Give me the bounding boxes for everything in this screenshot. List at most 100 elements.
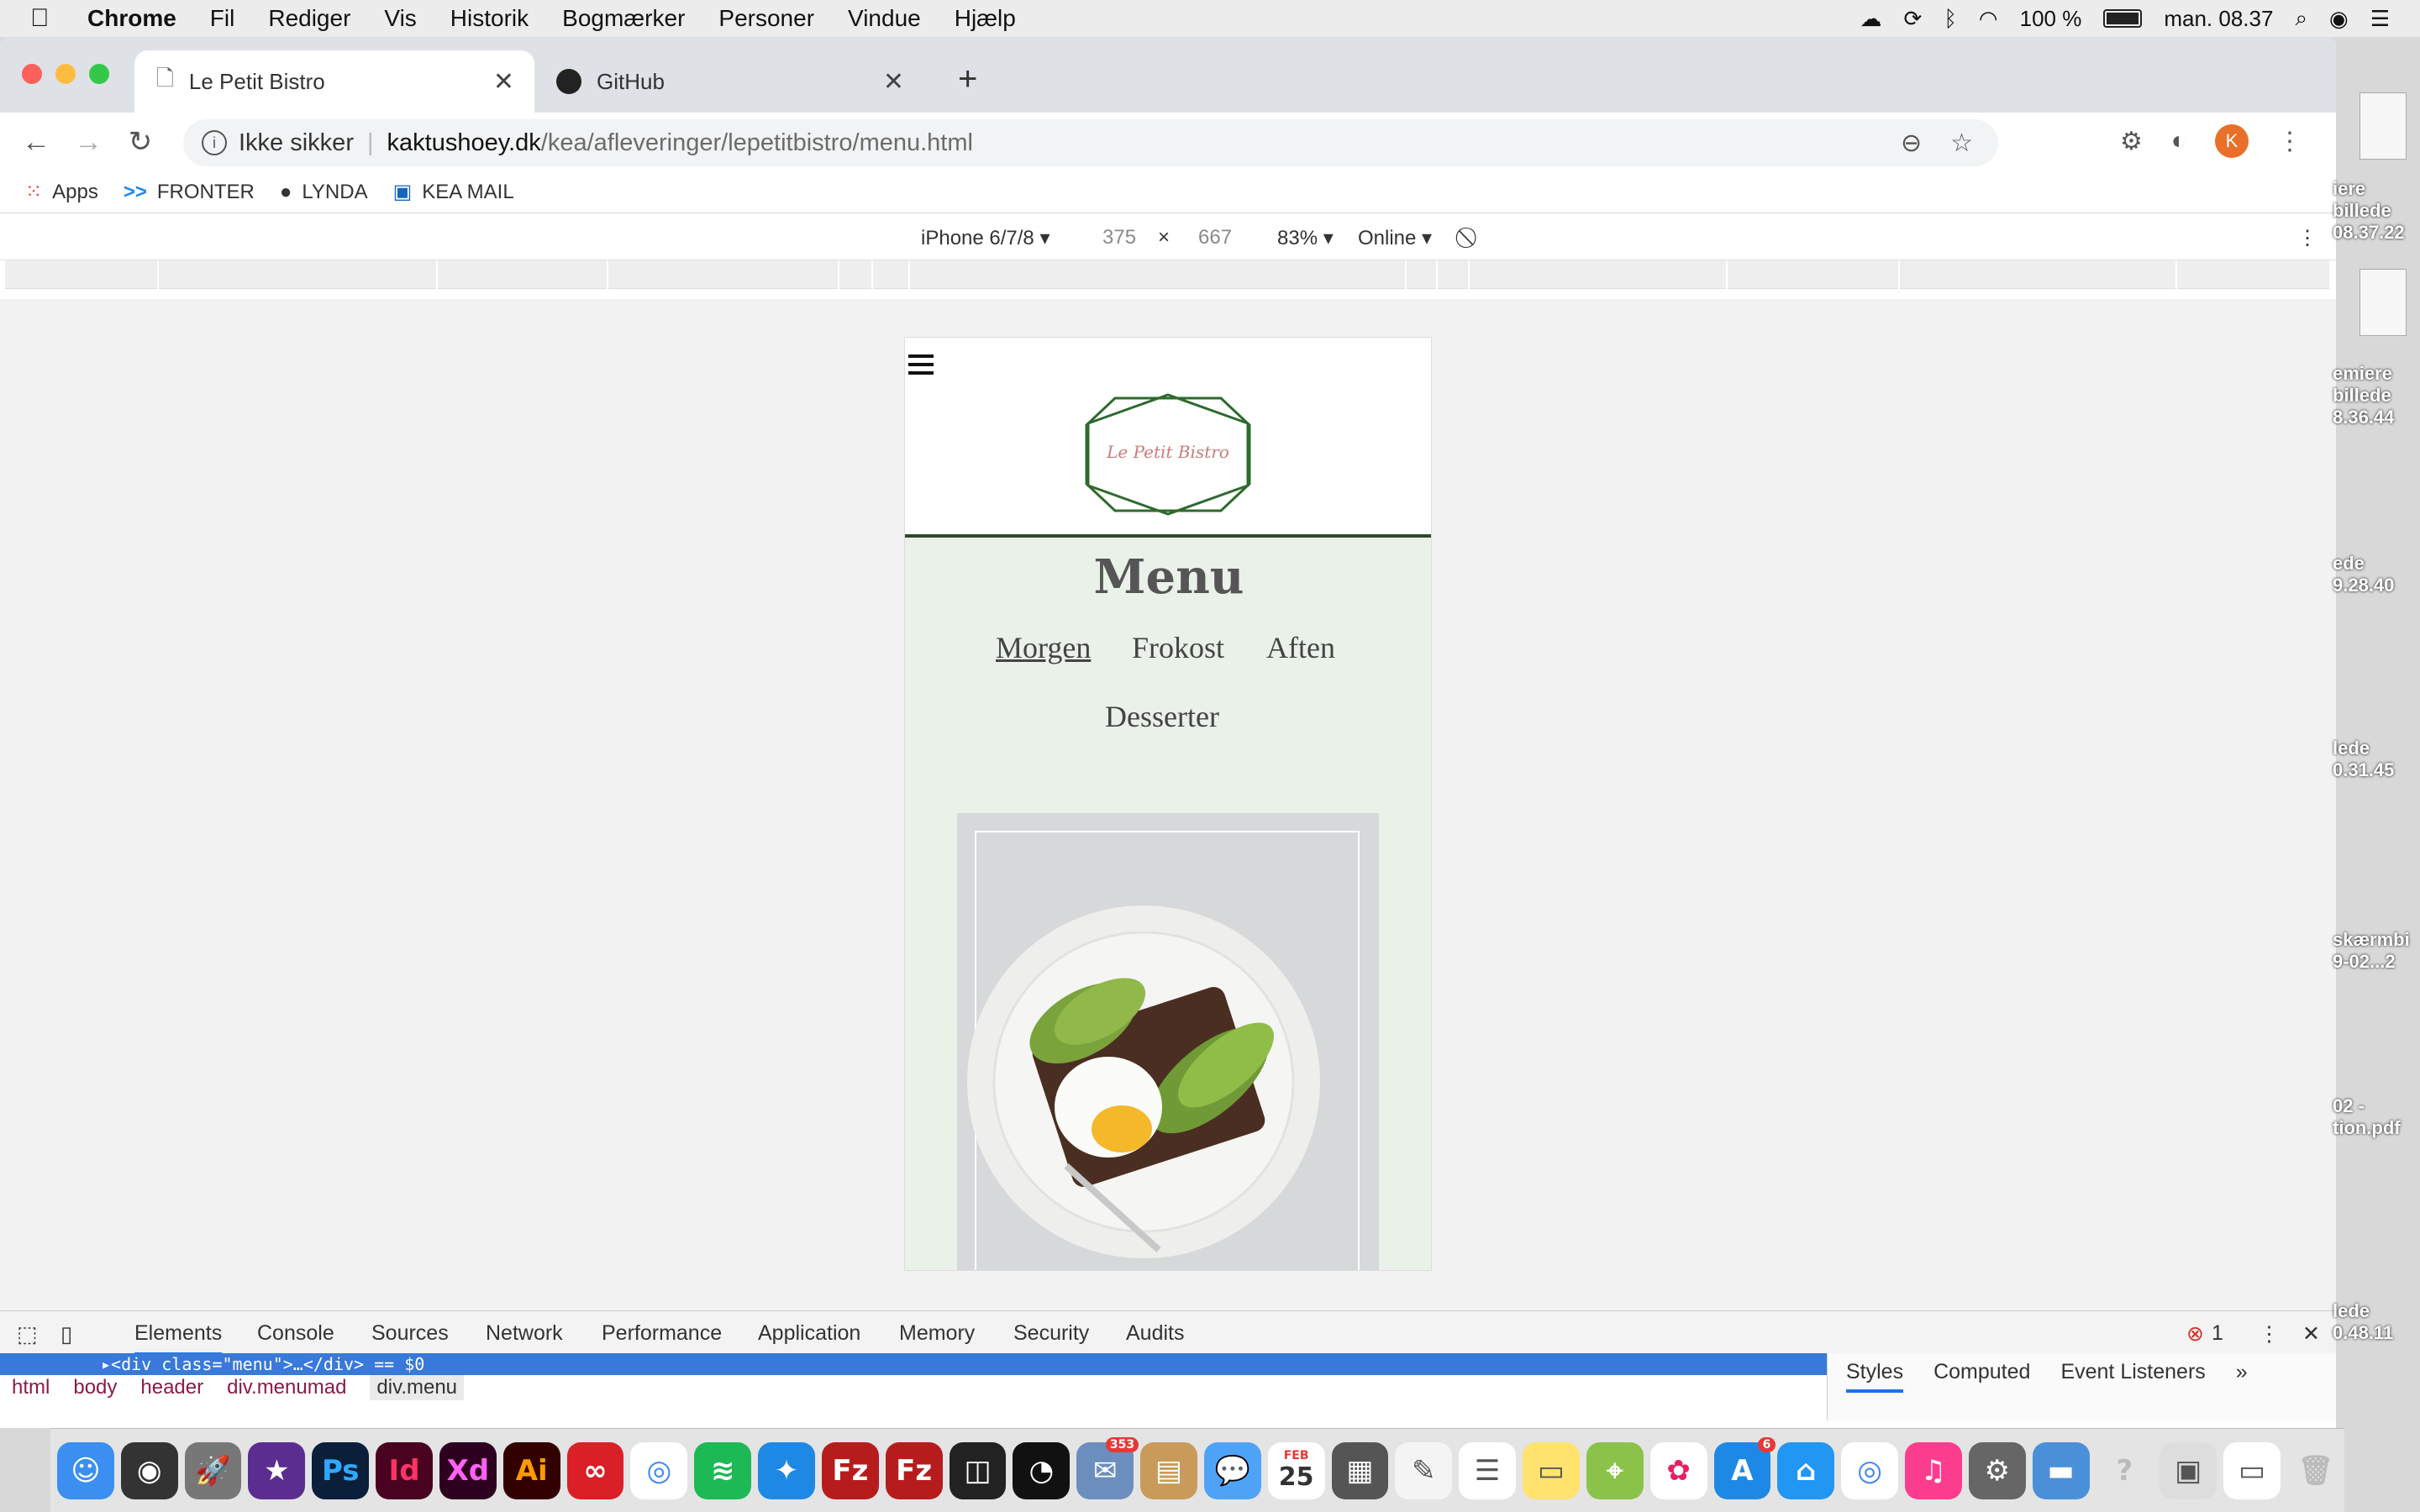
window-app-icon[interactable]: ◫ — [949, 1441, 1007, 1499]
crumb-body[interactable]: body — [73, 1375, 117, 1400]
tab-audits[interactable]: Audits — [1126, 1321, 1184, 1346]
reload-icon[interactable]: ↻ — [114, 125, 166, 159]
tab-styles[interactable]: Styles — [1846, 1360, 1904, 1393]
device-select[interactable]: iPhone 6/7/8 ▾ — [921, 226, 1050, 250]
maps-icon[interactable]: ⌖ — [1586, 1441, 1644, 1499]
chrome-canary-icon[interactable]: ◎ — [1841, 1441, 1899, 1499]
textedit-icon[interactable]: ✎ — [1395, 1441, 1453, 1499]
creative-cloud-icon[interactable]: ☁ — [1860, 6, 1882, 32]
close-window-button[interactable] — [22, 64, 42, 84]
zoom-icon[interactable]: ⊖ — [1901, 129, 1922, 158]
forward-icon[interactable]: → — [62, 126, 114, 159]
menu-link-frokost[interactable]: Frokost — [1132, 630, 1224, 665]
media-query-bar[interactable] — [5, 260, 2331, 289]
photoshop-icon[interactable]: Ps — [312, 1441, 370, 1499]
close-tab-icon[interactable]: ✕ — [883, 67, 904, 97]
calendar-icon[interactable]: FEB 25 — [1267, 1441, 1325, 1499]
site-logo[interactable]: Le Petit Bistro — [1081, 391, 1255, 522]
app-store-icon[interactable]: A6 — [1713, 1436, 1776, 1499]
filezilla-icon[interactable]: Fz — [821, 1441, 879, 1499]
bookmark-lynda[interactable]: ● LYNDA — [280, 181, 368, 204]
address-bar[interactable]: i Ikke sikker | kaktushoey.dk/kea/afleve… — [183, 119, 1998, 166]
sync-icon[interactable]: ⟳ — [1904, 6, 1923, 32]
calculator-icon[interactable]: ▦ — [1331, 1441, 1389, 1499]
safari-icon[interactable]: ✦ — [758, 1441, 815, 1499]
finder-icon[interactable]: ☺ — [57, 1441, 114, 1499]
spotlight-icon[interactable]: ⌕ — [2295, 5, 2307, 32]
more-icon[interactable]: ⋮ — [2277, 127, 2302, 156]
hamburger-menu-icon[interactable] — [908, 354, 934, 380]
tab-security[interactable]: Security — [1013, 1321, 1089, 1346]
bookmark-fronter[interactable]: >> FRONTER — [124, 181, 255, 204]
menu-app-name[interactable]: Chrome — [87, 5, 176, 32]
error-count[interactable]: 1 — [2212, 1321, 2223, 1346]
desktop-file-thumbnail[interactable] — [2360, 92, 2407, 160]
menu-vindue[interactable]: Vindue — [848, 5, 921, 32]
zoom-select[interactable]: 83% ▾ — [1277, 226, 1334, 250]
device-toggle-icon[interactable]: ▯ — [60, 1321, 72, 1347]
extension-icon[interactable]: ◐ — [2171, 127, 2186, 155]
chrome-icon[interactable]: ◎ — [630, 1441, 688, 1499]
device-more-icon[interactable]: ⋮ — [2297, 226, 2317, 250]
extension-icon[interactable]: ⚙ — [2120, 127, 2143, 156]
xd-icon[interactable]: Xd — [439, 1441, 497, 1499]
tab-performance[interactable]: Performance — [602, 1321, 722, 1346]
crumb-div-menumad[interactable]: div.menumad — [227, 1375, 346, 1400]
bookmark-apps[interactable]: ⁙ Apps — [25, 180, 98, 204]
tab-elements[interactable]: Elements — [134, 1321, 223, 1356]
siri-icon[interactable]: ◉ — [2329, 6, 2349, 32]
filezilla-server-icon[interactable]: Fz — [885, 1441, 943, 1499]
zoom-window-button[interactable] — [89, 64, 109, 84]
folder-icon[interactable]: ▬ — [2032, 1441, 2090, 1499]
menu-link-aften[interactable]: Aften — [1266, 630, 1335, 665]
siri-icon[interactable]: ◉ — [120, 1441, 178, 1499]
menu-link-desserter[interactable]: Desserter — [1105, 699, 1219, 734]
tab-github[interactable]: GitHub ✕ — [534, 50, 924, 113]
bluetooth-icon[interactable]: ᛒ — [1944, 6, 1957, 32]
menu-personer[interactable]: Personer — [718, 5, 814, 32]
help-icon[interactable]: ? — [2096, 1442, 2154, 1499]
tab-network[interactable]: Network — [486, 1321, 563, 1346]
device-height-field[interactable]: 667 — [1198, 226, 1232, 249]
more-tabs-icon[interactable]: » — [2236, 1360, 2248, 1393]
reminders-icon[interactable]: ☰ — [1459, 1441, 1517, 1499]
profile-avatar[interactable]: K — [2215, 124, 2249, 158]
desktop-file-label[interactable]: ede 9.28.40 — [2333, 553, 2420, 596]
menu-rediger[interactable]: Rediger — [268, 5, 350, 32]
menu-vis[interactable]: Vis — [384, 5, 416, 32]
tab-console[interactable]: Console — [257, 1321, 334, 1346]
tab-application[interactable]: Application — [758, 1321, 860, 1346]
device-width-field[interactable]: 375 — [1102, 226, 1136, 249]
desktop-file-label[interactable]: iere billede 08.37.22 — [2333, 178, 2420, 244]
menu-hjaelp[interactable]: Hjælp — [955, 5, 1016, 32]
selected-dom-node[interactable]: ▸<div class="menu">…</div> == $0 — [0, 1353, 1827, 1375]
menu-link-morgen[interactable]: Morgen — [996, 630, 1091, 665]
itunes-icon[interactable]: ♫ — [1905, 1441, 1962, 1499]
close-tab-icon[interactable]: ✕ — [493, 67, 514, 97]
keynote-icon[interactable]: ⌂ — [1777, 1441, 1835, 1499]
desktop-file-thumbnail[interactable] — [2360, 269, 2407, 336]
bookmark-star-icon[interactable]: ☆ — [1950, 129, 1973, 158]
desktop-file-label[interactable]: lede 0.48.11 — [2333, 1300, 2420, 1344]
close-devtools-icon[interactable]: ✕ — [2302, 1321, 2320, 1347]
desktop-file-label[interactable]: emiere billede 8.36.44 — [2333, 363, 2420, 428]
back-icon[interactable]: ← — [10, 126, 62, 159]
launchpad-icon[interactable]: 🚀 — [184, 1441, 242, 1499]
spotify-icon[interactable]: ≋ — [694, 1441, 752, 1499]
clock[interactable]: man. 08.37 — [2164, 6, 2273, 32]
network-throttle-select[interactable]: Online ▾ — [1358, 226, 1432, 250]
tab-computed[interactable]: Computed — [1933, 1360, 2030, 1393]
creative-cloud-icon[interactable]: ∞ — [566, 1441, 624, 1499]
illustrator-icon[interactable]: Ai — [502, 1441, 560, 1499]
security-label[interactable]: Ikke sikker — [239, 129, 354, 157]
error-icon[interactable]: ⊗ — [2186, 1321, 2204, 1347]
apple-icon[interactable]:  — [30, 4, 64, 33]
desktop-file-label[interactable]: 02 - tion.pdf — [2333, 1095, 2420, 1139]
notification-center-icon[interactable]: ☰ — [2370, 6, 2390, 32]
menu-fil[interactable]: Fil — [210, 5, 235, 32]
menu-historik[interactable]: Historik — [450, 5, 529, 32]
devtools-more-icon[interactable]: ⋮ — [2259, 1321, 2280, 1347]
tab-memory[interactable]: Memory — [899, 1321, 975, 1346]
obs-icon[interactable]: ◔ — [1013, 1441, 1071, 1499]
desktop-file-label[interactable]: skærmbi 9-02...2 — [2333, 929, 2420, 973]
